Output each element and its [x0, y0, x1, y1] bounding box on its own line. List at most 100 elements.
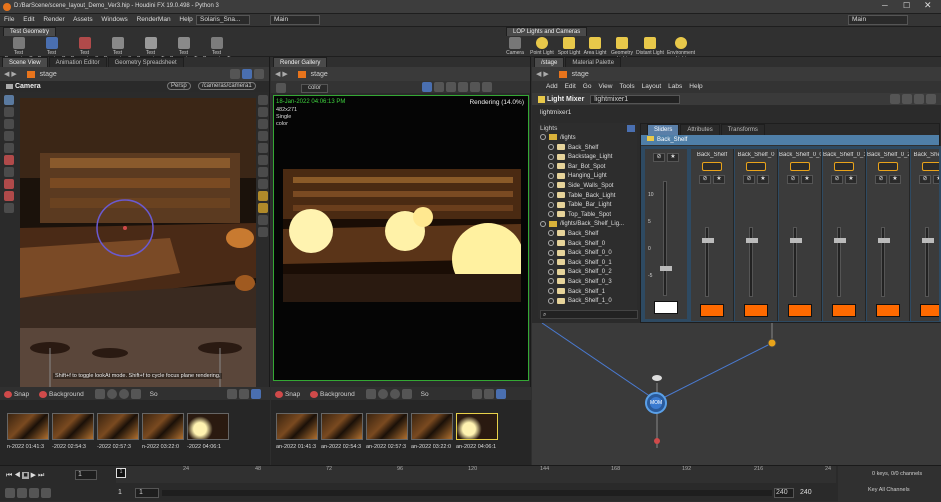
guide-icon[interactable]	[258, 179, 268, 189]
master-solo-button[interactable]: ⊘	[653, 153, 665, 162]
light-color-swatch[interactable]	[876, 304, 900, 317]
render-icon[interactable]	[258, 203, 268, 213]
tree-light-row[interactable]: Back_Shelf_0_0	[540, 249, 637, 259]
minimize-button[interactable]: ─	[882, 1, 888, 10]
grid-view-icon[interactable]	[227, 389, 237, 399]
tab-sliders[interactable]: Sliders	[647, 124, 680, 135]
intensity-slider-knob[interactable]	[834, 238, 846, 243]
menu-edit[interactable]: Edit	[23, 16, 34, 23]
menu-go[interactable]: Go	[583, 83, 592, 90]
tree-light-row[interactable]: Back_Shelf_1	[540, 287, 637, 298]
range-end-field[interactable]: 240	[774, 488, 794, 498]
back-arrow-icon[interactable]: ◀ ▶	[536, 71, 549, 78]
visibility-toggle-icon[interactable]	[548, 153, 554, 160]
tree-light-row[interactable]: Back_Shelf_0_3	[540, 278, 637, 288]
go-end-button[interactable]: ⏭	[38, 472, 44, 479]
wireframe-icon[interactable]	[258, 119, 268, 129]
light-color-swatch[interactable]	[700, 304, 724, 317]
render-view[interactable]: 18-Jan-2022 04:06:13 PM 482x271 Single c…	[273, 95, 529, 381]
safe-area-icon[interactable]	[258, 191, 268, 201]
intensity-slider-knob[interactable]	[746, 238, 758, 243]
tree-light-row[interactable]: Hanging_Light	[540, 172, 637, 182]
move-tool-icon[interactable]	[4, 107, 14, 117]
snapshot-icon[interactable]	[258, 215, 268, 225]
gear-icon[interactable]	[890, 94, 900, 104]
snapshot-thumb-selected[interactable]	[456, 413, 498, 440]
master-star-button[interactable]: ★	[667, 153, 679, 162]
visibility-toggle-icon[interactable]	[548, 201, 554, 208]
viewport-3d[interactable]	[20, 98, 256, 388]
tab-transforms[interactable]: Transforms	[720, 124, 765, 135]
snapshot-thumb[interactable]	[142, 413, 184, 440]
compare-icon[interactable]	[130, 389, 141, 399]
light-tool-icon[interactable]	[4, 203, 14, 213]
tree-light-row[interactable]: Side_Walls_Spot	[540, 182, 637, 192]
shelf-tab-test-geometry[interactable]: Test Geometry	[3, 27, 57, 36]
frame-icon[interactable]	[422, 82, 432, 92]
light-type-icon[interactable]	[702, 162, 722, 171]
handle-tool-icon[interactable]	[4, 155, 14, 165]
tree-light-row[interactable]: Table_Back_Light	[540, 191, 637, 202]
visibility-toggle-icon[interactable]	[548, 191, 554, 198]
solo-button[interactable]: ⊘	[743, 175, 755, 184]
rotate-tool-icon[interactable]	[4, 119, 14, 129]
menu-assets[interactable]: Assets	[73, 16, 93, 23]
light-type-icon[interactable]	[834, 162, 854, 171]
tab-attributes[interactable]: Attributes	[680, 124, 720, 135]
gear-icon[interactable]	[254, 69, 264, 79]
tree-light-row[interactable]: Back_Shelf_1_0	[540, 297, 637, 307]
light-color-swatch[interactable]	[744, 304, 768, 317]
strip-view-icon[interactable]	[496, 389, 506, 399]
star-button[interactable]: ★	[801, 175, 813, 184]
intensity-slider-knob[interactable]	[702, 238, 714, 243]
light-color-swatch[interactable]	[832, 304, 856, 317]
select-tool-icon[interactable]	[4, 95, 14, 105]
compare-icon[interactable]	[401, 389, 412, 399]
magnet-icon[interactable]	[4, 191, 14, 201]
visibility-toggle-icon[interactable]	[540, 134, 546, 141]
intensity-slider[interactable]	[878, 227, 890, 297]
pin-icon[interactable]	[365, 389, 376, 399]
snap-button[interactable]: Snap	[285, 391, 300, 398]
lights-add-icon[interactable]	[627, 125, 635, 132]
stage-path[interactable]: stage	[572, 71, 589, 78]
snapshot-thumb[interactable]	[276, 413, 318, 440]
visibility-toggle-icon[interactable]	[548, 259, 554, 266]
layers-icon[interactable]	[258, 227, 268, 237]
zoom-icon[interactable]	[446, 82, 456, 92]
light-type-icon[interactable]	[746, 162, 766, 171]
a-icon[interactable]	[377, 389, 388, 399]
menu-help[interactable]: Help	[179, 16, 192, 23]
back-arrow-icon[interactable]: ◀ ▶	[275, 71, 288, 78]
visibility-icon[interactable]	[258, 167, 268, 177]
tree-light-row[interactable]: Bar_Bot_Spot	[540, 163, 637, 173]
visibility-toggle-icon[interactable]	[548, 230, 554, 237]
star-button[interactable]: ★	[757, 175, 769, 184]
intensity-slider[interactable]	[834, 227, 846, 297]
list-view-icon[interactable]	[239, 389, 249, 399]
go-start-button[interactable]: ⏮	[6, 472, 12, 479]
lights-search[interactable]: ⌕	[540, 310, 638, 319]
channels-icon[interactable]	[470, 82, 480, 92]
intensity-slider[interactable]	[790, 227, 802, 297]
shelf-tool-camera[interactable]: Camera	[502, 36, 528, 56]
list-view-icon[interactable]	[484, 389, 494, 399]
visibility-toggle-icon[interactable]	[548, 268, 554, 275]
menu-layout[interactable]: Layout	[642, 83, 662, 90]
intensity-slider-knob[interactable]	[878, 238, 890, 243]
pin-icon[interactable]	[230, 69, 240, 79]
color-correct-icon[interactable]	[458, 82, 468, 92]
lighting-icon[interactable]	[258, 107, 268, 117]
menu-file[interactable]: File	[4, 16, 14, 23]
visibility-toggle-icon[interactable]	[548, 163, 554, 170]
scale-tool-icon[interactable]	[4, 131, 14, 141]
snapshot-thumb[interactable]	[187, 413, 229, 440]
loop-icon[interactable]	[17, 488, 27, 498]
star-button[interactable]: ★	[713, 175, 725, 184]
solo-button[interactable]: ⊘	[787, 175, 799, 184]
back-arrow-icon[interactable]: ◀ ▶	[4, 71, 17, 78]
shelf-tool-area-light[interactable]: Area Light	[582, 36, 608, 56]
timeline-bar[interactable]: 1 24 48 72 96 120 144 168 192 216 24	[116, 466, 836, 483]
realtime-icon[interactable]	[5, 488, 15, 498]
snap-tool-icon[interactable]	[4, 179, 14, 189]
